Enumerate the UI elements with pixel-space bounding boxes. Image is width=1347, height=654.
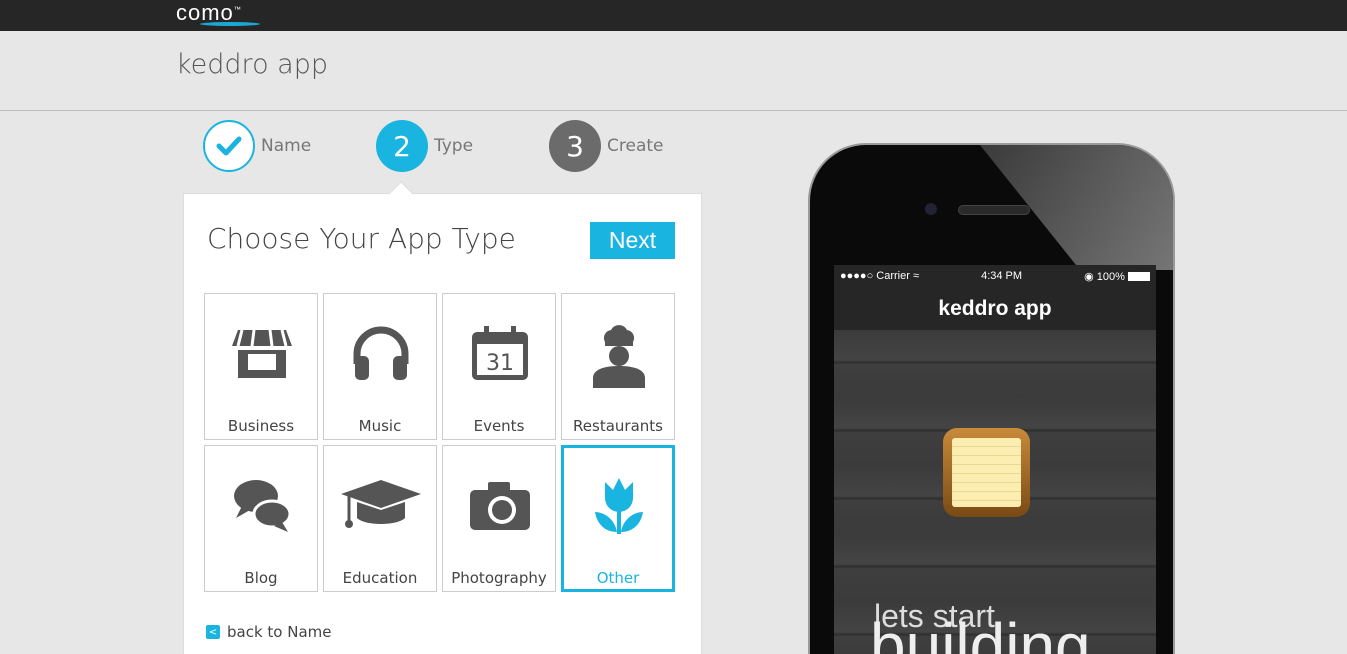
camera-icon [470, 482, 530, 530]
headphones-icon [353, 326, 409, 380]
app-type-panel: Choose Your App Type Next Business Music… [183, 181, 702, 654]
type-label: Photography [451, 569, 547, 587]
type-music[interactable]: Music [323, 293, 437, 440]
check-icon [203, 120, 255, 172]
storefront-icon [232, 329, 292, 378]
status-time: 4:34 PM [981, 270, 1023, 282]
trademark: ™ [233, 6, 242, 14]
header: keddro app [0, 31, 1347, 111]
type-label: Education [342, 569, 418, 587]
chevron-left-icon: < [206, 625, 220, 639]
wood-background: lets start building [834, 330, 1156, 654]
carrier: ●●●●○ Carrier [840, 270, 910, 282]
step-name[interactable]: Name [203, 120, 311, 172]
logo-swoosh [200, 22, 260, 26]
step-type[interactable]: 2 Type [376, 120, 473, 172]
battery-percent: 100% [1096, 270, 1125, 283]
type-label: Music [358, 417, 402, 435]
app-title: keddro app [176, 49, 328, 80]
type-blog[interactable]: Blog [204, 445, 318, 592]
chat-bubbles-icon [234, 480, 292, 532]
type-restaurants[interactable]: Restaurants [561, 293, 675, 440]
type-label: Blog [244, 569, 278, 587]
type-label: Events [473, 417, 525, 435]
step-label: Name [261, 136, 312, 156]
back-to-name-link[interactable]: < back to Name [206, 623, 332, 641]
calendar-icon: 31 [472, 326, 528, 380]
phone-screen: ●●●●○ Carrier ≈ 4:34 PM ◉ 100% keddro ap… [834, 265, 1156, 654]
back-label: back to Name [227, 623, 332, 641]
status-bar: ●●●●○ Carrier ≈ 4:34 PM ◉ 100% [834, 265, 1156, 287]
tulip-icon [595, 478, 643, 534]
type-events[interactable]: 31 Events [442, 293, 556, 440]
front-camera [925, 203, 937, 215]
type-label: Other [596, 569, 640, 587]
chef-icon [593, 325, 645, 388]
type-other[interactable]: Other [561, 445, 675, 592]
step-number: 3 [549, 120, 601, 172]
step-create[interactable]: 3 Create [549, 120, 664, 172]
earpiece [958, 205, 1030, 215]
tagline-line2: building [870, 610, 1091, 654]
phone-preview: ●●●●○ Carrier ≈ 4:34 PM ◉ 100% keddro ap… [808, 143, 1175, 654]
next-button[interactable]: Next [590, 222, 675, 259]
panel-title: Choose Your App Type [207, 222, 516, 255]
wifi-icon: ≈ [912, 270, 919, 282]
panel-notch [388, 181, 414, 207]
notes-app-icon [943, 428, 1030, 517]
step-label: Create [607, 136, 664, 156]
type-label: Restaurants [573, 417, 663, 435]
graduation-cap-icon [341, 480, 421, 528]
type-label: Business [227, 417, 295, 435]
rotation-lock-icon: ◉ [1084, 270, 1094, 283]
type-business[interactable]: Business [204, 293, 318, 440]
top-bar: como™ [0, 0, 1347, 31]
step-label: Type [434, 136, 474, 156]
battery-icon [1128, 272, 1150, 282]
calendar-day: 31 [486, 351, 514, 376]
step-number: 2 [376, 120, 428, 172]
type-photography[interactable]: Photography [442, 445, 556, 592]
phone-app-title: keddro app [834, 287, 1156, 330]
type-education[interactable]: Education [323, 445, 437, 592]
